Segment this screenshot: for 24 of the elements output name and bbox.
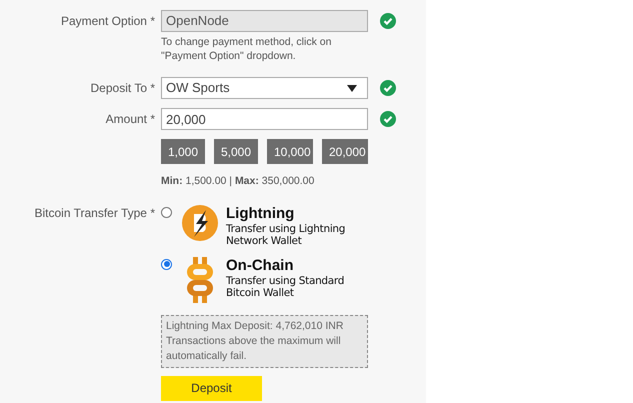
field-label: Payment Option * xyxy=(60,13,155,30)
option-description: Transfer using Standard Bitcoin Wallet xyxy=(226,274,346,299)
option-title: Lightning xyxy=(226,204,296,223)
bitcoin-icon xyxy=(184,256,216,303)
caret-icon xyxy=(347,84,357,92)
field-label: Deposit To * xyxy=(90,80,155,97)
field-label: Amount * xyxy=(104,111,155,128)
bitcoin-lightning-icon xyxy=(182,204,218,241)
amount-preset-button[interactable]: 20,000 xyxy=(322,139,368,164)
field-label: Bitcoin Transfer Type * xyxy=(33,204,155,222)
amount-preset-button[interactable]: 5,000 xyxy=(214,139,258,164)
amount-field[interactable]: 20,000 xyxy=(161,108,368,130)
deposit-to-dropdown[interactable]: OW Sports xyxy=(161,77,368,99)
notice-box: Lightning Max Deposit: 4,762,010 INR Transactions above the maximum will automatically fail. xyxy=(161,314,368,368)
limits-text: Min: 1,500.00 | Max: 350,000.00 xyxy=(161,174,316,189)
option-title: On-Chain xyxy=(226,256,294,275)
radio-button[interactable] xyxy=(161,206,172,218)
radio-button[interactable] xyxy=(161,258,172,270)
payment-option-field[interactable]: OpenNode xyxy=(161,10,368,32)
amount-preset-button[interactable]: 10,000 xyxy=(267,139,313,164)
deposit-button[interactable]: Deposit xyxy=(161,376,262,401)
amount-preset-button[interactable]: 1,000 xyxy=(161,139,205,164)
hint-text: To change payment method, click on "Payment Option" dropdown. xyxy=(161,35,332,63)
option-description: Transfer using Lightning Network Wallet xyxy=(226,222,346,247)
